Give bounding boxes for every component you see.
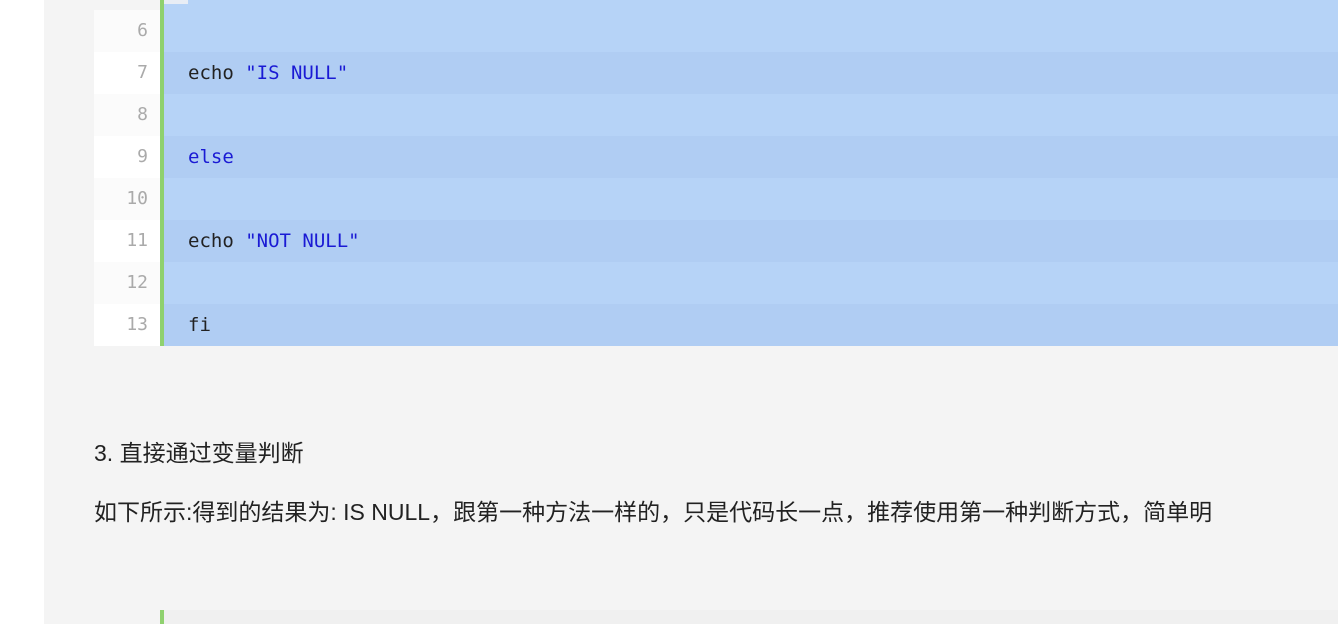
code-text: echo "IS NULL" — [164, 52, 1338, 94]
code-block-2[interactable] — [94, 610, 1338, 624]
code-text: echo "NOT NULL" — [164, 220, 1338, 262]
code-line: 12 — [94, 262, 1338, 304]
code-line: 6 — [94, 10, 1338, 52]
article-content: 6 7 echo "IS NULL" 8 9 else 10 11 echo "NOT NULL… — [44, 0, 1338, 624]
line-number: 7 — [94, 52, 160, 94]
code-keyword: else — [188, 146, 234, 168]
line-number: 9 — [94, 136, 160, 178]
code-text — [164, 262, 1338, 304]
code-line: 7 echo "IS NULL" — [94, 52, 1338, 94]
code-text: else — [164, 136, 1338, 178]
code-text — [164, 178, 1338, 220]
line-number: 10 — [94, 178, 160, 220]
selection-highlight — [164, 0, 1338, 10]
code-line: 13 fi — [94, 304, 1338, 346]
line-number: 6 — [94, 10, 160, 52]
line-number: 11 — [94, 220, 160, 262]
line-number: 12 — [94, 262, 160, 304]
code-line: 11 echo "NOT NULL" — [94, 220, 1338, 262]
code-token: fi — [188, 314, 211, 336]
code-text — [164, 10, 1338, 52]
line-number: 8 — [94, 94, 160, 136]
line-number: 13 — [94, 304, 160, 346]
code-line: 10 — [94, 178, 1338, 220]
code-line: 8 — [94, 94, 1338, 136]
code-token: echo — [188, 62, 246, 84]
code-token: echo — [188, 230, 246, 252]
text-cursor — [164, 0, 188, 4]
section-heading: 3. 直接通过变量判断 — [94, 440, 304, 466]
code-text — [164, 94, 1338, 136]
code-string: "IS NULL" — [245, 62, 349, 84]
code-block-top-edge — [94, 0, 1338, 10]
code-string: "NOT NULL" — [245, 230, 360, 252]
code-text: fi — [164, 304, 1338, 346]
section-paragraph: 如下所示:得到的结果为: IS NULL，跟第一种方法一样的，只是代码长一点，推… — [94, 499, 1213, 525]
code-line: 9 else — [94, 136, 1338, 178]
